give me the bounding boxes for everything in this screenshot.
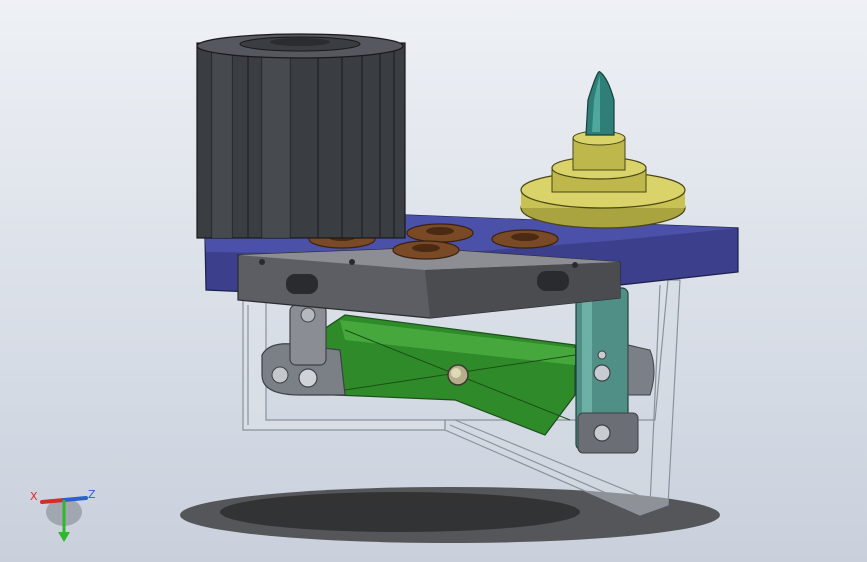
locator-pin[interactable] [520,70,686,229]
clevis-left[interactable] [261,304,346,396]
graphics-viewport[interactable]: X Z [0,0,867,562]
x-axis-arrow [40,498,66,504]
bracket-slot-left [286,274,318,294]
model-view[interactable] [0,0,867,562]
z-axis-arrow [62,496,88,502]
orientation-triad[interactable]: X Z [20,478,110,548]
bracket-slot-right [537,271,569,291]
z-axis-label: Z [88,488,96,501]
cylinder[interactable] [196,33,406,239]
clevis-pin-hole [298,368,318,388]
x-axis-label: X [30,490,38,503]
ground-shadow-inner [220,492,580,532]
